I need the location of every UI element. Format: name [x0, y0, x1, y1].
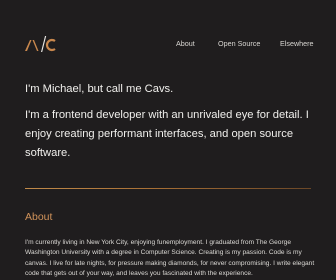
about-body: I'm currently living in New York City, e…: [25, 239, 315, 277]
nav-link-open-source[interactable]: Open Source: [218, 39, 260, 48]
section-divider: [25, 188, 311, 189]
intro-tagline: I'm a frontend developer with an unrival…: [25, 109, 309, 159]
about-heading: About: [25, 211, 53, 223]
intro-greeting: I'm Michael, but call me Cavs.: [25, 83, 174, 95]
nav-link-about[interactable]: About: [176, 39, 195, 48]
intro-section: I'm Michael, but call me Cavs. I'm a fro…: [25, 80, 317, 163]
nav-link-elsewhere[interactable]: Elsewhere: [280, 39, 314, 48]
mc-monogram-logo-icon[interactable]: [24, 36, 58, 52]
site-header: About Open Source Elsewhere: [0, 0, 336, 90]
